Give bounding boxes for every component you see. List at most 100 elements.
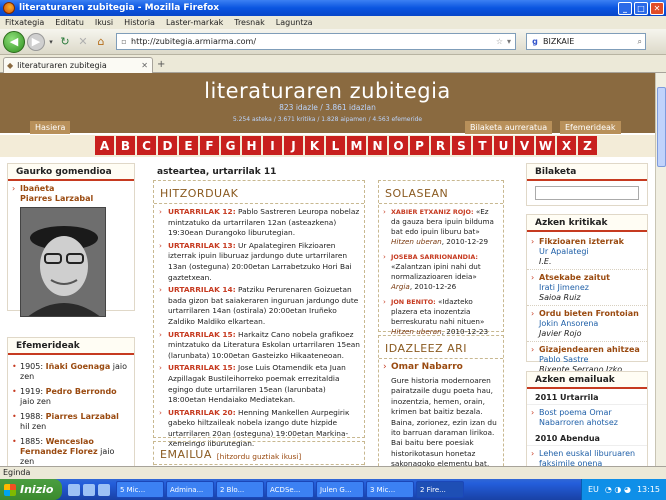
- taskbar-task[interactable]: Admina...: [166, 481, 214, 498]
- idazleez-title[interactable]: Omar Nabarro: [391, 362, 497, 372]
- nav-efemerideak[interactable]: Efemerideak: [560, 121, 621, 134]
- tab-zubitegia[interactable]: ◆ literaturaren zubitegia ✕: [3, 57, 153, 73]
- solasean-source[interactable]: Argia: [391, 282, 410, 291]
- letter-w[interactable]: W: [536, 136, 555, 155]
- site-search-input[interactable]: [535, 186, 639, 200]
- arrow-icon: ›: [531, 449, 535, 458]
- letter-k[interactable]: K: [305, 136, 324, 155]
- author-photo[interactable]: [20, 207, 106, 317]
- forward-button[interactable]: ▶: [27, 32, 45, 51]
- new-tab-icon[interactable]: +: [157, 59, 165, 70]
- efemeride-name[interactable]: Piarres Larzabal: [46, 412, 119, 421]
- kritika-author[interactable]: Jokin Ansorena: [539, 319, 641, 329]
- letter-c[interactable]: C: [137, 136, 156, 155]
- quicklaunch-mail-icon[interactable]: [98, 483, 110, 496]
- nav-bilaketa-aurreratua[interactable]: Bilaketa aurreratua: [465, 121, 553, 134]
- letter-r[interactable]: R: [431, 136, 450, 155]
- letter-l[interactable]: L: [326, 136, 345, 155]
- url-dropdown-icon[interactable]: ▾: [507, 37, 511, 46]
- url-bar[interactable]: ▫ http://zubitegia.armiarma.com/ ☆ ▾: [116, 33, 516, 50]
- close-button[interactable]: ✕: [650, 1, 664, 15]
- kritika-title[interactable]: Gizajendearen ahitzea: [539, 345, 641, 355]
- menu-editatu[interactable]: Editatu: [50, 18, 90, 27]
- solasean-source[interactable]: Hitzen uberan: [391, 237, 442, 246]
- efemeride-name[interactable]: Iñaki Goenaga: [46, 362, 111, 371]
- hitzordu-item: › URTARRILAK 15: Jose Luis Otamendik eta …: [154, 363, 364, 405]
- emailuak-box: Azken emailuak 2011 Urtarrila › Bost poema…: [526, 371, 648, 466]
- arrow-icon: ›: [159, 329, 162, 339]
- site-icon: ▫: [121, 37, 127, 46]
- letter-j[interactable]: J: [284, 136, 303, 155]
- kritika-title[interactable]: Ordu bieten Frontoian: [539, 309, 641, 319]
- efemeride-item: • 1885: Wenceslao Fernandez Florez jaio z…: [8, 434, 134, 466]
- taskbar-task[interactable]: 3 Mic...: [366, 481, 414, 498]
- history-dropdown-icon[interactable]: ▾: [46, 38, 56, 46]
- search-field[interactable]: g BIZKAIE ⌕: [526, 33, 646, 50]
- site-title[interactable]: literaturaren zubitegia: [0, 79, 655, 103]
- quicklaunch-browser-icon[interactable]: [83, 483, 95, 496]
- back-button[interactable]: ◀: [3, 30, 25, 53]
- kritika-author[interactable]: Pablo Sastre: [539, 355, 641, 365]
- letter-v[interactable]: V: [515, 136, 534, 155]
- taskbar-task[interactable]: 2 Fire...: [416, 481, 464, 498]
- emailu-text[interactable]: Lehen euskal liburuaren faksimile onena: [539, 449, 635, 466]
- letter-o[interactable]: O: [389, 136, 408, 155]
- letter-n[interactable]: N: [368, 136, 387, 155]
- scroll-thumb[interactable]: [657, 87, 666, 167]
- letter-i[interactable]: I: [263, 136, 282, 155]
- start-button[interactable]: Inizio: [0, 479, 62, 500]
- letter-e[interactable]: E: [179, 136, 198, 155]
- quicklaunch-desktop-icon[interactable]: [68, 483, 80, 496]
- letter-s[interactable]: S: [452, 136, 471, 155]
- letter-z[interactable]: Z: [578, 136, 597, 155]
- maximize-button[interactable]: □: [634, 1, 648, 15]
- gomendio-author[interactable]: Piarres Larzabal: [20, 194, 128, 204]
- efemeride-year: 1905:: [20, 362, 44, 371]
- letter-b[interactable]: B: [116, 136, 135, 155]
- search-engine-icon[interactable]: g: [527, 37, 543, 46]
- gomendio-title[interactable]: Ibañeta: [20, 184, 128, 194]
- taskbar-task[interactable]: 2 Blo...: [216, 481, 264, 498]
- menu-ikusi[interactable]: Ikusi: [90, 18, 119, 27]
- home-icon[interactable]: ⌂: [92, 35, 110, 48]
- letter-p[interactable]: P: [410, 136, 429, 155]
- letter-g[interactable]: G: [221, 136, 240, 155]
- bookmark-star-icon[interactable]: ☆: [496, 37, 503, 46]
- kritika-author[interactable]: Ur Apalategi: [539, 247, 641, 257]
- hitzordu-date: URTARRILAK 15:: [168, 329, 236, 339]
- letter-m[interactable]: M: [347, 136, 366, 155]
- menu-tresnak[interactable]: Tresnak: [229, 18, 271, 27]
- nav-hasiera[interactable]: Hasiera: [30, 121, 71, 134]
- vertical-scrollbar[interactable]: [655, 73, 666, 466]
- emailua-heading: EMAILUA: [154, 442, 364, 465]
- taskbar-task[interactable]: ACDSe...: [266, 481, 314, 498]
- kritika-title[interactable]: Atsekabe zaitut: [539, 273, 641, 283]
- efemeride-name[interactable]: Pedro Berrondo: [46, 387, 117, 396]
- menu-laster-markak[interactable]: Laster-markak: [161, 18, 229, 27]
- language-indicator[interactable]: EU: [588, 485, 599, 494]
- stop-icon[interactable]: ✕: [74, 35, 92, 48]
- letter-f[interactable]: F: [200, 136, 219, 155]
- letter-h[interactable]: H: [242, 136, 261, 155]
- letter-d[interactable]: D: [158, 136, 177, 155]
- kritika-item: › Atsekabe zaitut Irati Jimenez Saioa Ruiz: [527, 270, 647, 306]
- emailu-text[interactable]: Bost poema Omar Nabarroren ahotsez: [539, 408, 618, 427]
- menu-historia[interactable]: Historia: [119, 18, 161, 27]
- letter-a[interactable]: A: [95, 136, 114, 155]
- search-icon[interactable]: ⌕: [638, 37, 642, 47]
- menu-laguntza[interactable]: Laguntza: [271, 18, 319, 27]
- kritika-title[interactable]: Fikzioaren izterrak: [539, 237, 641, 247]
- kritika-item: › Ordu bieten Frontoian Jokin Ansorena Javi…: [527, 306, 647, 342]
- tab-close-icon[interactable]: ✕: [141, 61, 148, 70]
- letter-x[interactable]: X: [557, 136, 576, 155]
- taskbar-task[interactable]: 5 Mic...: [116, 481, 164, 498]
- letter-u[interactable]: U: [494, 136, 513, 155]
- menu-fitxategia[interactable]: Fitxategia: [0, 18, 50, 27]
- taskbar-task[interactable]: Julen G...: [316, 481, 364, 498]
- solasean-quote[interactable]: «Zalantzan ipini nahi dut normalizazioar…: [391, 262, 481, 281]
- hitzordu-item: › URTARRILAK 14: Patziku Perurenaren Goiz…: [154, 285, 364, 327]
- minimize-button[interactable]: _: [618, 1, 632, 15]
- reload-icon[interactable]: ↻: [56, 35, 74, 48]
- kritika-author[interactable]: Irati Jimenez: [539, 283, 641, 293]
- letter-t[interactable]: T: [473, 136, 492, 155]
